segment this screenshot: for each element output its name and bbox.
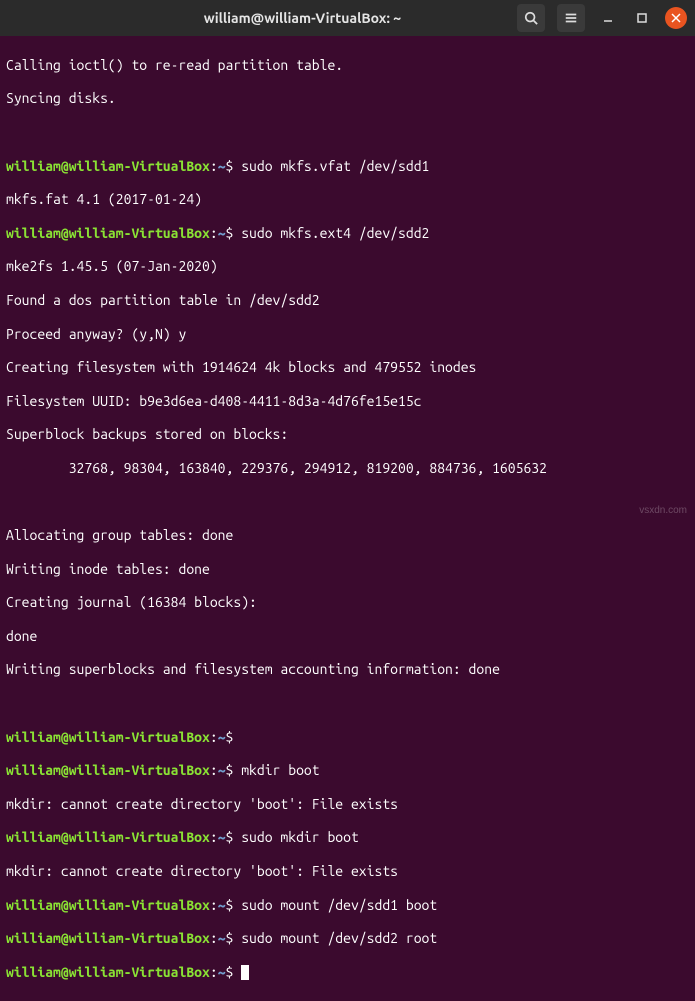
output-line [6,695,689,712]
prompt-path: ~ [218,930,226,946]
prompt-symbol: $ [226,829,234,845]
output-line: mkdir: cannot create directory 'boot': F… [6,863,689,880]
output-line [6,494,689,511]
prompt-user: william@william-VirtualBox [6,158,210,174]
titlebar: william@william-VirtualBox: ~ [0,0,695,36]
prompt-path: ~ [218,897,226,913]
prompt-symbol: $ [226,762,234,778]
titlebar-controls [517,4,687,32]
prompt-line: william@william-VirtualBox:~$ mkdir boot [6,762,689,779]
output-line: 32768, 98304, 163840, 229376, 294912, 81… [6,460,689,477]
prompt-user: william@william-VirtualBox [6,729,210,745]
minimize-icon [602,12,614,24]
command-text: sudo mount /dev/sdd1 boot [233,897,437,913]
prompt-sep: : [210,897,218,913]
prompt-path: ~ [218,225,226,241]
command-text: mkdir boot [233,762,319,778]
command-text: sudo mkdir boot [233,829,358,845]
prompt-line: william@william-VirtualBox:~$ sudo mount… [6,897,689,914]
output-line: Superblock backups stored on blocks: [6,426,689,443]
output-line: Creating filesystem with 1914624 4k bloc… [6,359,689,376]
watermark: vsxdn.com [639,505,687,517]
close-icon [671,13,681,23]
minimize-button[interactable] [597,7,619,29]
prompt-path: ~ [218,158,226,174]
search-button[interactable] [517,4,545,32]
prompt-sep: : [210,829,218,845]
output-line: mke2fs 1.45.5 (07-Jan-2020) [6,258,689,275]
command-text: sudo mkfs.ext4 /dev/sdd2 [233,225,429,241]
prompt-symbol: $ [226,897,234,913]
prompt-user: william@william-VirtualBox [6,930,210,946]
prompt-line: william@william-VirtualBox:~$ sudo mkfs.… [6,225,689,242]
output-line: mkdir: cannot create directory 'boot': F… [6,796,689,813]
output-line: Calling ioctl() to re-read partition tab… [6,57,689,74]
prompt-user: william@william-VirtualBox [6,897,210,913]
prompt-line: william@william-VirtualBox:~$ sudo mount… [6,930,689,947]
command-text: sudo mount /dev/sdd2 root [233,930,437,946]
prompt-line: william@william-VirtualBox:~$ [6,964,689,981]
prompt-path: ~ [218,964,226,980]
output-line: Syncing disks. [6,90,689,107]
prompt-sep: : [210,729,218,745]
output-line: Creating journal (16384 blocks): [6,594,689,611]
prompt-sep: : [210,762,218,778]
prompt-path: ~ [218,729,226,745]
prompt-symbol: $ [226,964,234,980]
output-line: Allocating group tables: done [6,527,689,544]
prompt-sep: : [210,964,218,980]
prompt-user: william@william-VirtualBox [6,829,210,845]
prompt-line: william@william-VirtualBox:~$ [6,729,689,746]
prompt-path: ~ [218,829,226,845]
prompt-line: william@william-VirtualBox:~$ sudo mkdir… [6,829,689,846]
search-icon [524,11,538,25]
cursor [241,965,249,980]
prompt-user: william@william-VirtualBox [6,762,210,778]
command-text [233,964,241,980]
command-text: sudo mkfs.vfat /dev/sdd1 [233,158,429,174]
prompt-symbol: $ [226,729,234,745]
window-title: william@william-VirtualBox: ~ [88,10,517,27]
prompt-symbol: $ [226,930,234,946]
output-line: Writing inode tables: done [6,561,689,578]
prompt-line: william@william-VirtualBox:~$ sudo mkfs.… [6,158,689,175]
prompt-user: william@william-VirtualBox [6,225,210,241]
output-line: Filesystem UUID: b9e3d6ea-d408-4411-8d3a… [6,393,689,410]
prompt-sep: : [210,158,218,174]
close-button[interactable] [665,7,687,29]
prompt-sep: : [210,930,218,946]
prompt-path: ~ [218,762,226,778]
terminal-output[interactable]: Calling ioctl() to re-read partition tab… [0,36,695,1001]
output-line: Writing superblocks and filesystem accou… [6,661,689,678]
prompt-user: william@william-VirtualBox [6,964,210,980]
maximize-button[interactable] [631,7,653,29]
hamburger-icon [564,11,578,25]
output-line: Proceed anyway? (y,N) y [6,326,689,343]
output-line: done [6,628,689,645]
output-line: Found a dos partition table in /dev/sdd2 [6,292,689,309]
output-line [6,124,689,141]
menu-button[interactable] [557,4,585,32]
maximize-icon [636,12,648,24]
output-line: mkfs.fat 4.1 (2017-01-24) [6,191,689,208]
prompt-sep: : [210,225,218,241]
